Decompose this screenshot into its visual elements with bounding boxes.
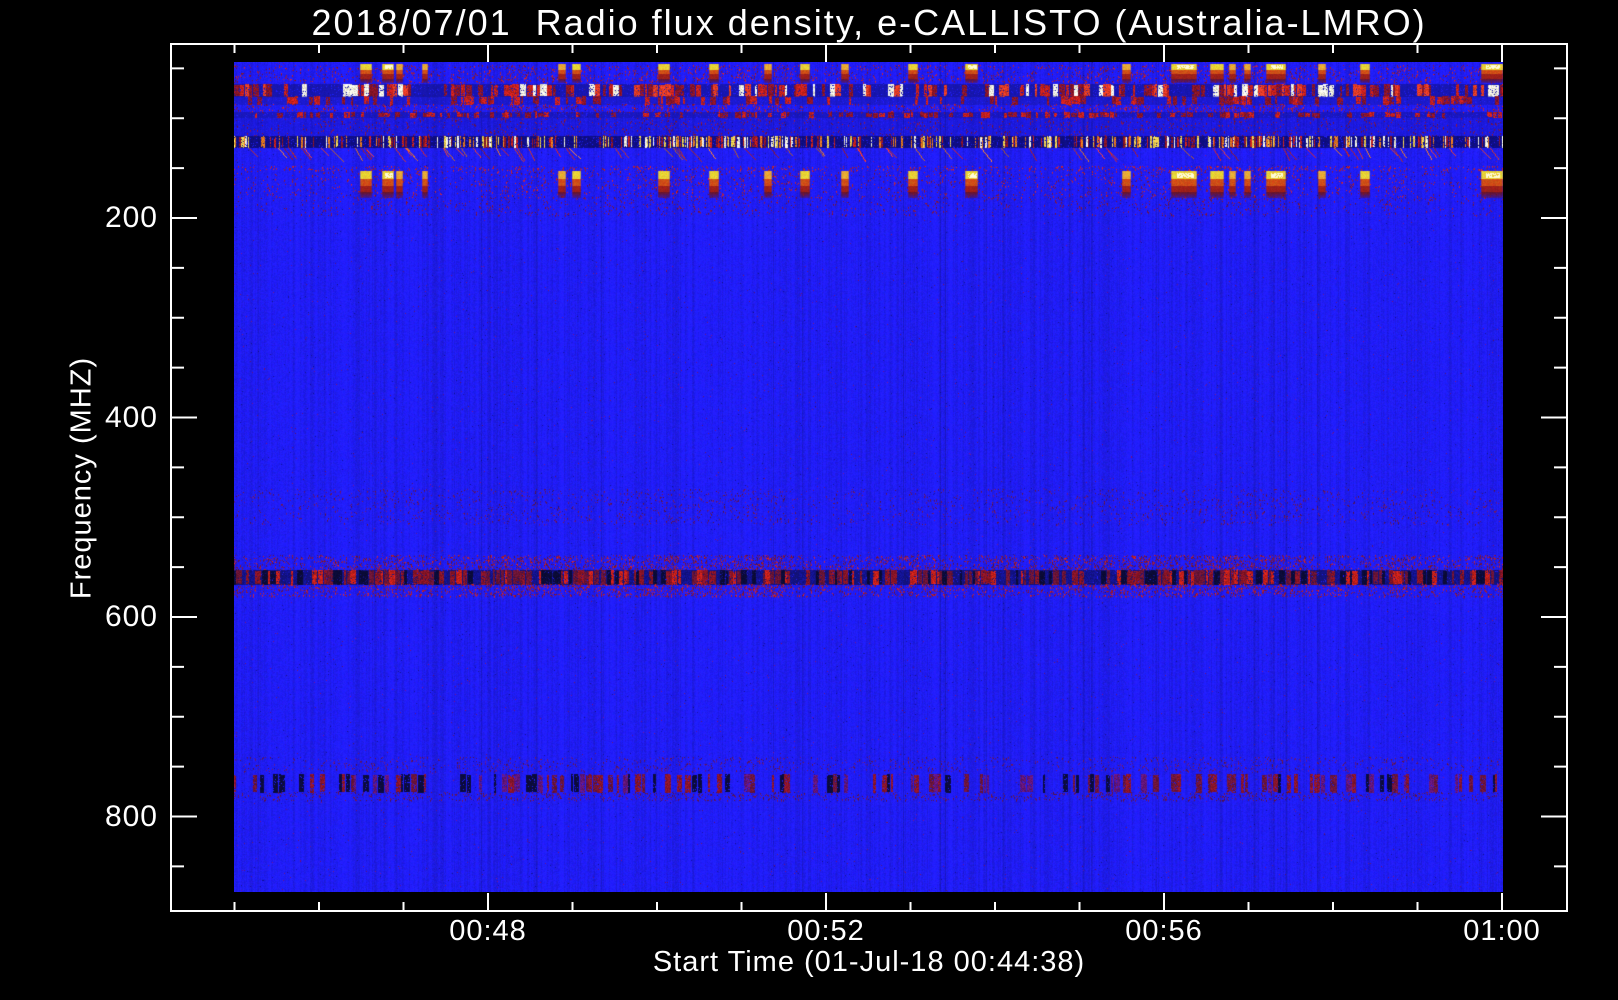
y-axis-title: Frequency (MHZ): [65, 356, 98, 600]
x-axis-title: Start Time (01-Jul-18 00:44:38): [652, 946, 1086, 978]
y-tick-label-2: 600: [104, 600, 158, 633]
y-tick-label-0: 200: [104, 201, 158, 234]
x-tick-label-3: 01:00: [1463, 915, 1541, 947]
callisto-quicklook-plot: 2018/07/01 Radio flux density, e-CALLIST…: [0, 0, 1618, 1000]
plot-frame: [170, 43, 1568, 912]
plot-axes-frame: [170, 43, 1568, 912]
y-tick-label-1: 400: [104, 400, 158, 434]
x-tick-label-1: 00:52: [787, 915, 865, 947]
x-tick-label-0: 00:48: [449, 915, 527, 947]
x-tick-label-2: 00:56: [1125, 915, 1203, 947]
y-tick-label-3: 800: [104, 799, 158, 833]
